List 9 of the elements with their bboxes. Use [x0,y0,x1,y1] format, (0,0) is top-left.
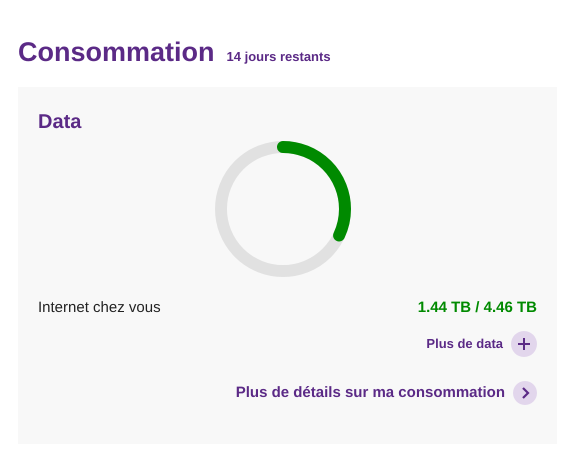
card-title: Data [38,110,82,134]
usage-value: 1.44 TB / 4.46 TB [418,298,537,318]
page-title: Consommation [18,36,215,69]
usage-label: Internet chez vous [38,298,161,318]
chevron-icon[interactable] [513,381,537,405]
link[interactable]: Plus de détails sur ma consommation [236,382,505,404]
days-remaining: 14 jours restants [226,48,331,66]
link[interactable]: Plus de data [426,334,503,354]
plus-icon[interactable] [511,331,537,357]
